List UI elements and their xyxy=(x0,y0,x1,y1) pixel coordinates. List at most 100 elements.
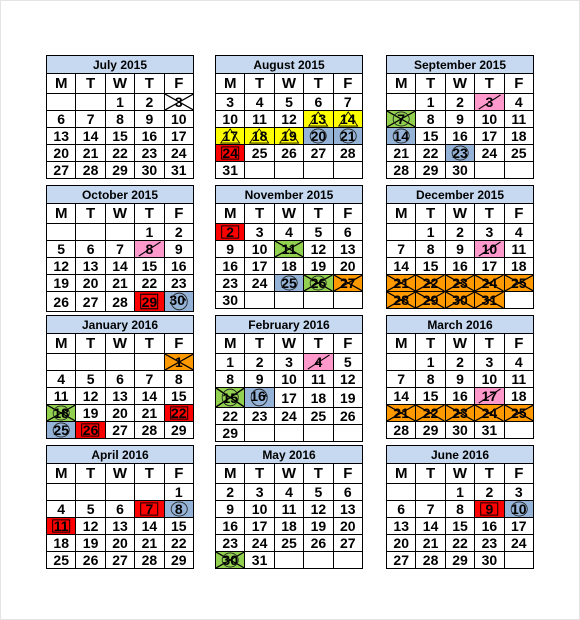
day-number: 20 xyxy=(53,145,69,161)
day-number: 1 xyxy=(116,94,124,110)
week-row: 12 13 14 15 16 xyxy=(45,257,195,275)
day-number: 24 xyxy=(251,535,268,551)
day-number: 9 xyxy=(456,241,464,257)
day-number: 23 xyxy=(452,405,468,421)
weekday-header: M xyxy=(385,333,417,354)
day-number: 15 xyxy=(170,518,187,534)
day-number: 21 xyxy=(141,535,158,551)
month-calendar: September 2015 M T W T F 1 2 3 4 7 8 9 10 11 14 15 16 17 18… xyxy=(385,55,535,179)
weekday-header: F xyxy=(332,203,364,224)
day-number: 10 xyxy=(481,241,498,257)
day-number: 29 xyxy=(141,293,158,310)
day-number: 11 xyxy=(252,111,267,127)
week-row: 16 17 18 19 20 xyxy=(214,517,364,535)
day-cell: 21 xyxy=(385,274,417,292)
day-number: 23 xyxy=(222,535,238,551)
empty-day-cell xyxy=(273,291,305,309)
week-row: 6 7 8 9 10 xyxy=(45,110,195,128)
day-cell: 6 xyxy=(332,483,364,501)
day-number: 17 xyxy=(251,518,268,534)
day-number: 24 xyxy=(510,535,527,551)
week-row: 7 8 9 10 11 xyxy=(385,110,535,128)
day-number: 4 xyxy=(57,371,66,387)
day-cell: 18 xyxy=(244,127,275,145)
day-cell: 1 xyxy=(163,483,195,501)
day-cell: 12 xyxy=(273,110,305,128)
day-number: 2 xyxy=(145,94,154,110)
day-cell: 29 xyxy=(163,421,195,439)
day-number: 15 xyxy=(141,258,158,274)
day-cell: 5 xyxy=(303,223,334,241)
day-number: 20 xyxy=(310,128,327,144)
day-number: 21 xyxy=(393,405,409,421)
day-number: 28 xyxy=(112,293,128,310)
month-title: November 2015 xyxy=(215,185,363,204)
weekday-header: F xyxy=(503,333,535,354)
day-number: 26 xyxy=(310,275,327,291)
day-cell: 5 xyxy=(45,240,77,258)
empty-day-cell xyxy=(332,424,364,442)
day-cell: 18 xyxy=(45,534,77,552)
weekday-header: F xyxy=(503,203,535,224)
day-cell: 10 xyxy=(503,500,535,518)
day-number: 15 xyxy=(112,128,128,144)
day-cell: 20 xyxy=(104,404,136,422)
day-cell: 3 xyxy=(214,93,246,111)
weekday-header: F xyxy=(163,333,195,354)
day-number: 17 xyxy=(481,128,498,144)
day-number: 24 xyxy=(222,145,238,161)
day-number: 3 xyxy=(174,94,183,110)
day-number: 24 xyxy=(251,275,268,291)
day-number: 31 xyxy=(170,162,187,178)
week-row: 2 3 4 5 6 xyxy=(214,483,364,501)
day-number: 28 xyxy=(339,145,356,161)
weekday-header: T xyxy=(474,73,505,94)
day-number: 29 xyxy=(170,422,187,438)
day-number: 6 xyxy=(86,241,95,257)
day-number: 23 xyxy=(452,145,468,161)
day-number: 9 xyxy=(226,501,235,517)
week-row: 29 xyxy=(214,424,364,442)
day-cell: 15 xyxy=(104,127,136,145)
day-cell: 30 xyxy=(214,291,246,309)
day-number: 14 xyxy=(82,128,99,144)
empty-day-cell xyxy=(134,483,165,501)
day-number: 23 xyxy=(481,535,498,551)
weekday-header: T xyxy=(75,463,106,484)
day-number: 5 xyxy=(314,484,323,500)
day-number: 22 xyxy=(170,405,187,421)
day-cell: 9 xyxy=(163,240,195,258)
day-number: 14 xyxy=(422,518,439,534)
week-row: 24 25 26 27 28 xyxy=(214,144,364,162)
day-cell: 23 xyxy=(244,407,275,425)
day-number: 18 xyxy=(510,388,527,404)
day-number: 30 xyxy=(452,422,468,438)
week-row: 28 29 30 31 xyxy=(385,421,535,439)
day-number: 13 xyxy=(112,518,128,534)
day-number: 9 xyxy=(456,371,464,387)
day-number: 3 xyxy=(285,354,293,370)
day-number: 20 xyxy=(393,535,409,551)
day-cell: 10 xyxy=(273,370,305,388)
week-row: 12 xyxy=(45,223,195,241)
day-number: 16 xyxy=(141,128,158,144)
day-number: 2 xyxy=(255,354,264,370)
day-cell: 12 xyxy=(75,387,106,405)
day-number: 29 xyxy=(422,422,439,438)
day-cell: 6 xyxy=(104,370,136,388)
day-number: 31 xyxy=(481,292,498,308)
day-number: 17 xyxy=(251,258,268,274)
day-cell: 9 xyxy=(444,240,476,258)
day-cell: 31 xyxy=(244,551,275,569)
day-number: 10 xyxy=(170,111,187,127)
day-cell: 6 xyxy=(303,93,334,111)
day-number: 30 xyxy=(141,162,158,178)
day-cell: 11 xyxy=(503,240,535,258)
day-cell: 1 xyxy=(214,353,246,371)
day-number: 31 xyxy=(251,552,268,568)
day-number: 26 xyxy=(82,422,99,438)
day-number: 18 xyxy=(281,258,297,274)
day-cell: 28 xyxy=(385,421,417,439)
day-number: 26 xyxy=(310,535,327,551)
day-number: 25 xyxy=(53,552,69,568)
